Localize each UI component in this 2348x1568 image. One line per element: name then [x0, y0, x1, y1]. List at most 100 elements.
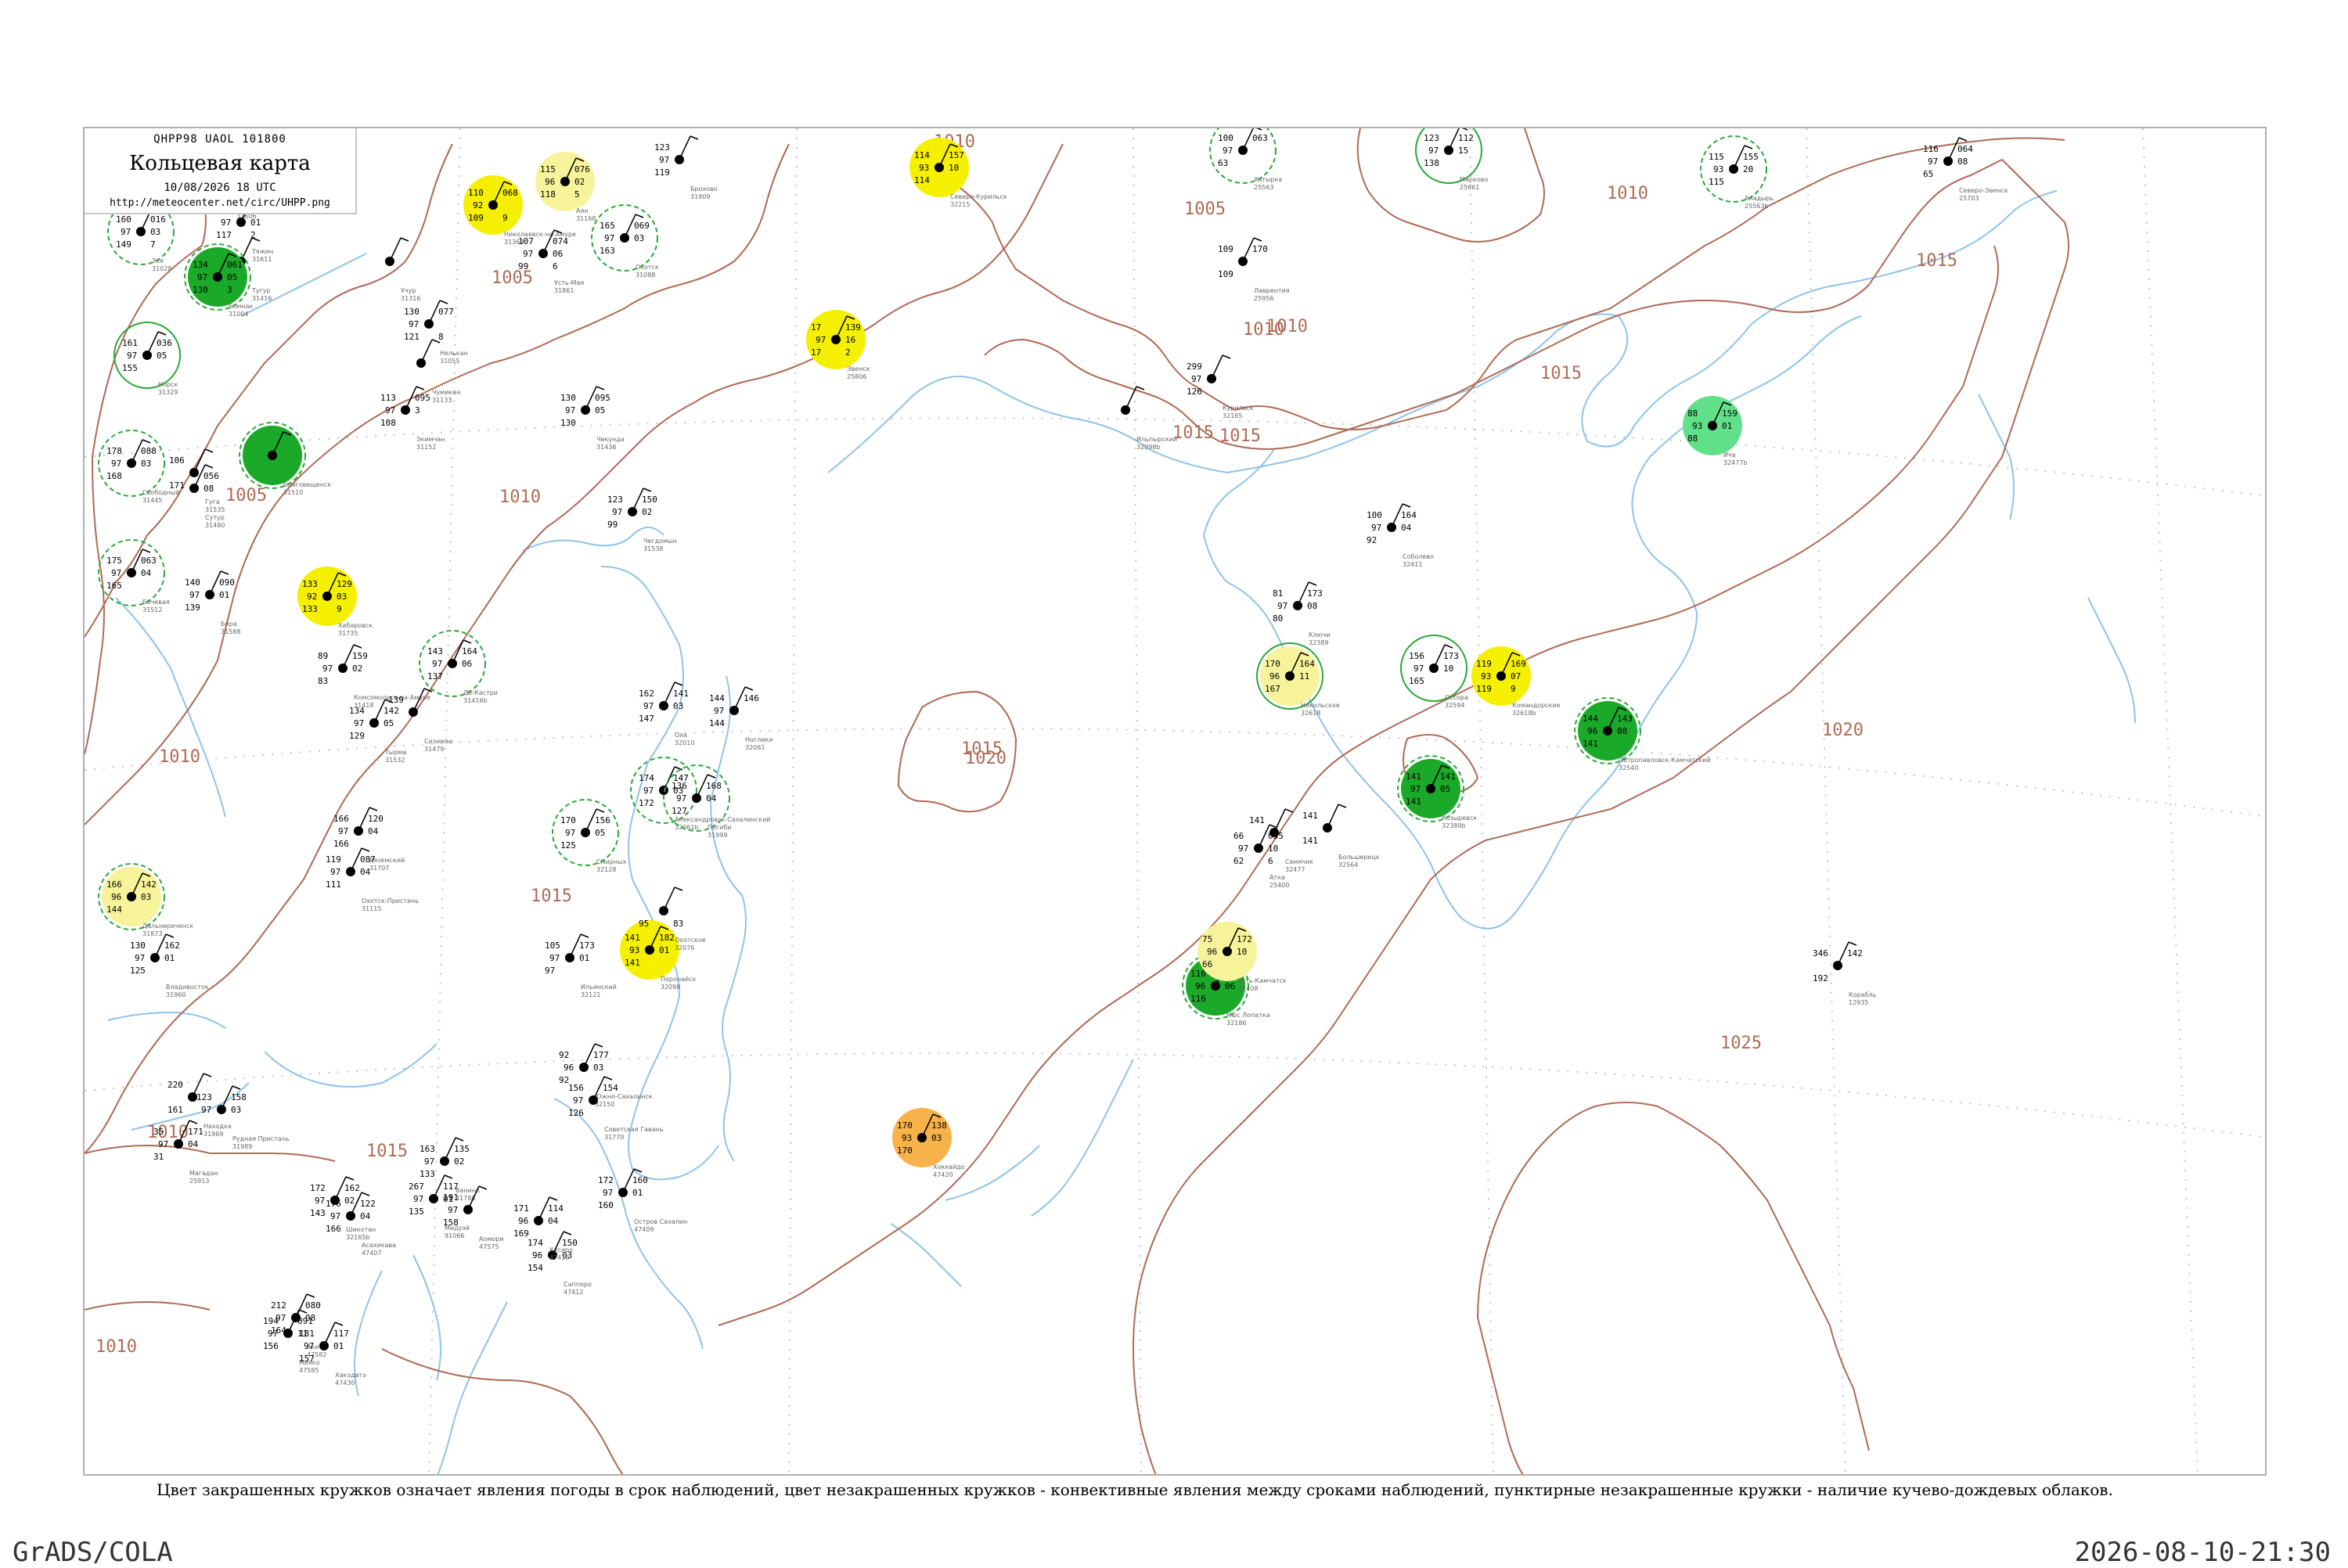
pressure-tendency-value: 16	[845, 335, 855, 345]
station-plot[interactable]: 165 069 97 03 163 Охотск31088	[591, 204, 659, 279]
station-plot[interactable]: 181 117 97 01 157 Хакодатэ47430	[299, 1322, 366, 1386]
station-plot[interactable]: 144 143 96 08 141 Петропавловск-Камчатский325…	[1574, 697, 1711, 771]
visibility-value: 96	[1207, 947, 1217, 957]
station-plot[interactable]: 175 063 97 04 165 Бичевая31512	[98, 539, 170, 613]
pressure-tendency-value: 06	[462, 659, 472, 669]
station-plot[interactable]: 119 087 97 04 111 Охотск-Пристань31115	[326, 847, 419, 912]
station-name: Никольское	[1301, 702, 1340, 709]
temperature-value: 134	[349, 706, 365, 716]
visibility-value: 97	[189, 590, 200, 600]
station-plot[interactable]: 299 97 126 Курильск32165	[1187, 354, 1254, 419]
temperature-value: 144	[709, 693, 725, 703]
isobar-label: 1010	[159, 747, 200, 767]
station-plot[interactable]: Ильпырский32098b	[1121, 386, 1177, 451]
station-plot[interactable]: 100 164 97 04 92 Соболево32411	[1367, 503, 1434, 568]
temperature-value: 140	[185, 577, 200, 588]
station-plot[interactable]: 166 142 96 03 144 Дальнереченск31873	[98, 863, 193, 937]
station-plot[interactable]: 144 146 97 144 Ноглики32061	[709, 686, 772, 751]
station-plot[interactable]: 171 114 96 04 169 Кусиро47418	[513, 1196, 573, 1261]
station-name: Охотск-Пристань	[362, 897, 419, 904]
station-plot[interactable]: 141 182 93 01 141 Поронайск32098	[620, 920, 697, 991]
station-id: 31611	[252, 256, 272, 263]
station-plot[interactable]: 123 150 97 02 99 Чегдомын31538	[607, 487, 677, 552]
station-plot[interactable]: 162 141 97 03 147 Оха32010	[639, 682, 694, 746]
station-plot[interactable]: 123 97 119 Брохово31909	[654, 135, 718, 200]
station-plot[interactable]: 156 154 97 126 Советская Гавань31770	[568, 1076, 664, 1141]
station-plot[interactable]: 100 063 97 63 Хатырка25563	[1209, 128, 1282, 191]
pressure-tendency-value: 04	[141, 568, 152, 578]
station-plot[interactable]: 161 036 97 05 155 Норск31329	[113, 322, 181, 396]
station-name: Оха	[675, 732, 687, 739]
temperature-value: 113	[380, 393, 396, 403]
station-plot[interactable]: 130 077 97 121 8 Нелькан31055	[404, 300, 468, 365]
station-id: 31115	[362, 905, 381, 912]
station-plot[interactable]: 89 15997 0283Комсомольск-на-Амуре31418	[318, 644, 430, 709]
station-id: 25956	[1254, 295, 1273, 302]
station-plot[interactable]: 143 164 97 06 137 Де-Кастри31416b	[419, 630, 498, 704]
visibility-value: 97	[448, 1205, 458, 1215]
station-id: 32389	[1309, 639, 1328, 646]
temperature-value: 172	[310, 1183, 326, 1193]
station-plot[interactable]: 123 112 97 15 138 Марково25661	[1415, 128, 1488, 191]
station-id: 31088	[636, 272, 655, 279]
station-plot[interactable]: 156 173 97 10 165 Оссора32594	[1400, 635, 1468, 709]
render-timestamp: 2026-08-10-21:30	[2074, 1537, 2331, 1568]
pressure-value: 143	[1617, 714, 1633, 724]
station-plot[interactable]: 346 142 192 Корабль12935	[1813, 941, 1877, 1006]
dewpoint-value: 156	[263, 1341, 279, 1351]
station-plot[interactable]: 178 08897 03168Свободный31445	[98, 430, 179, 504]
pressure-value: 063	[1252, 133, 1268, 143]
station-plot[interactable]: 170 164 96 11 167 Никольское32618	[1256, 642, 1340, 717]
station-name: Северо-Курильск	[950, 193, 1007, 200]
dewpoint-value: 125	[560, 840, 576, 851]
station-plot[interactable]: 130 095 97 05 130 Чекунда31436	[560, 386, 625, 451]
station-plot[interactable]: 115 076 96 02 118 5 Аян31168	[535, 152, 596, 222]
station-plot[interactable]: 116 064 97 08 65 Северо-Эвенск25703	[1923, 137, 2008, 202]
station-name: Саппоро	[564, 1281, 592, 1288]
visibility-value: 92	[473, 200, 483, 210]
station-plot[interactable]: 170 156 97 05 125 Смирных32128	[552, 799, 626, 873]
temperature-value: 110	[468, 188, 484, 198]
station-plot[interactable]: 119 169 93 07 119 9 Командорские32618b	[1471, 646, 1561, 717]
pressure-value: 171	[188, 1127, 203, 1137]
visibility-value: 97	[354, 718, 364, 728]
station-plot[interactable]: 17 139 97 16 17 2 Эвенск25806	[806, 310, 870, 380]
station-plot[interactable]: 134 061 97 05 130 3 Бомнак31004	[184, 243, 254, 318]
temperature-value: 212	[271, 1300, 286, 1311]
station-plot[interactable]: 133 129 92 03 133 9 Хабаровск31735	[297, 566, 373, 637]
station-plot[interactable]: 172 162 97 02 143 Шикотан32165b	[310, 1176, 376, 1241]
station-plot[interactable]: 105 173 97 01 97 Ильинский32121	[545, 933, 617, 998]
isobars	[85, 128, 2069, 1474]
station-name: Поронайск	[661, 976, 697, 983]
station-plot[interactable]: 88 159 93 01 88 Ича32477b	[1683, 396, 1748, 466]
station-plot[interactable]: 66 035 97 10 62 6 Атка25400	[1233, 824, 1289, 889]
station-plot[interactable]: 114 157 93 10 114 Северо-Курильск32215	[909, 138, 1007, 208]
source-url[interactable]: http://meteocenter.net/circ/UHPP.png	[85, 197, 355, 209]
precip-value: 5	[574, 189, 580, 200]
station-plot[interactable]: 123 158 97 03 Рудная Пристань31989	[196, 1085, 290, 1150]
station-plot[interactable]: 109 170 109 Лаврентия25956	[1218, 237, 1290, 302]
weather-map[interactable]: 1005 1005 1005 1010 1010 1010 1010 1010 …	[85, 128, 2267, 1476]
station-plot[interactable]: Учур31316	[385, 237, 420, 302]
station-plot[interactable]: 174 15096 03154Саппоро47412	[528, 1231, 592, 1296]
dewpoint-value: 144	[106, 904, 122, 915]
station-plot[interactable]: 141 141 97 05 141 Козыревск32389b	[1397, 755, 1477, 829]
station-plot[interactable]: 130 162 97 01 125 Владивосток31960	[130, 933, 209, 998]
temperature-value: 141	[1406, 771, 1421, 782]
station-plot[interactable]: 134 142 97 05 129 Тырма31532	[349, 699, 406, 764]
visibility-value: 93	[1481, 671, 1491, 682]
pressure-value: 117	[443, 1181, 459, 1192]
station-name: Аомори	[479, 1235, 504, 1243]
station-plot[interactable]: 174 14797 03172Александровск-Сахалинский32…	[630, 757, 771, 831]
station-plot[interactable]: 81 173 97 08 80 Ключи32389	[1273, 581, 1330, 646]
visibility-value: 97	[330, 867, 340, 877]
station-plot[interactable]: 212 08097 08164Акита47582	[271, 1293, 326, 1358]
pressure-tendency-value: 02	[642, 507, 652, 517]
station-plot[interactable]: 115 155 93 20 115 Анадырь25563b	[1700, 135, 1774, 210]
station-id: 32128	[596, 866, 616, 873]
station-id: 25913	[189, 1178, 209, 1185]
station-plot[interactable]: 267 11797 01135Мидуэй91066	[409, 1174, 470, 1239]
pressure-tendency-value: 01	[443, 1194, 453, 1204]
station-plot[interactable]: 141 141 Большерецк32564	[1302, 804, 1380, 869]
station-plot[interactable]: 170 138 93 03 170 Хоккайдо47420	[892, 1108, 965, 1178]
